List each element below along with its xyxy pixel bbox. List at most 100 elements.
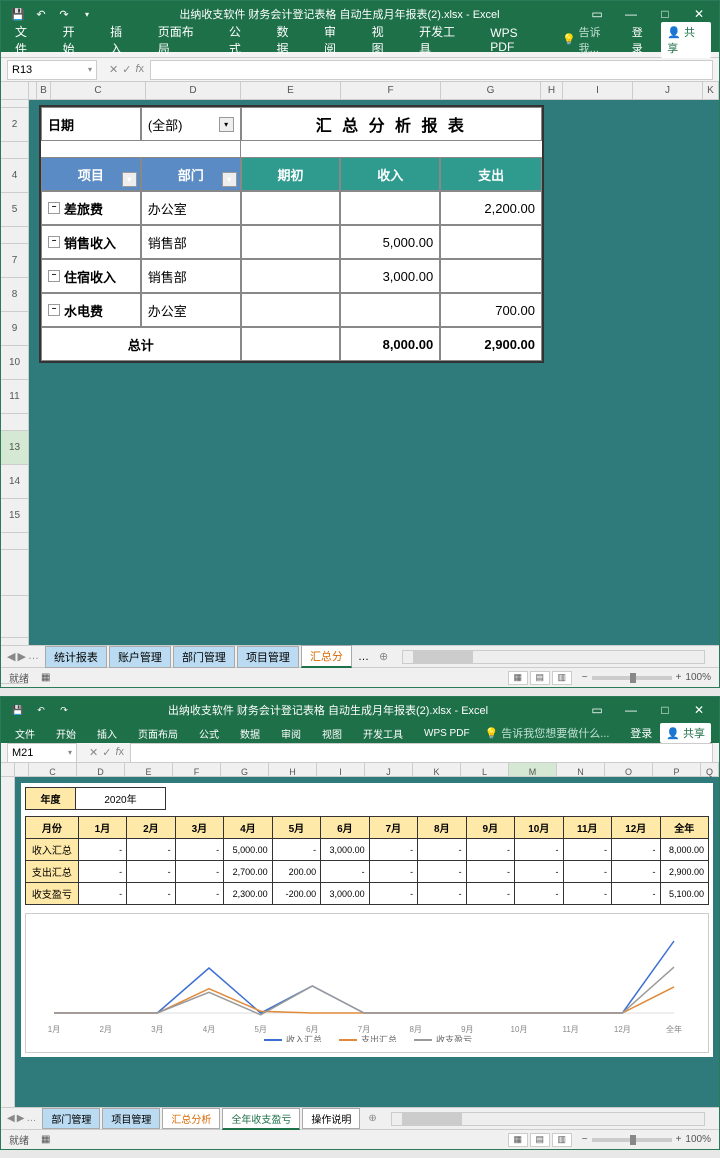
ribbon-tab-home[interactable]: 开始 <box>50 723 82 744</box>
col-i[interactable]: I <box>563 82 633 99</box>
ribbon-tab-insert[interactable]: 插入 <box>104 20 140 60</box>
tab-dept[interactable]: 部门管理 <box>42 1108 100 1129</box>
formula-input[interactable] <box>150 60 713 80</box>
view-normal-icon[interactable]: ▦ <box>508 1133 528 1147</box>
tab-nav-next-icon[interactable]: ▶ <box>17 1113 25 1124</box>
row-10[interactable]: 10 <box>1 346 28 380</box>
ribbon-tab-review[interactable]: 审阅 <box>318 20 354 60</box>
ribbon-tab-layout[interactable]: 页面布局 <box>152 20 211 60</box>
ribbon-tab-data[interactable]: 数据 <box>234 723 266 744</box>
ribbon-tab-data[interactable]: 数据 <box>270 20 306 60</box>
col-f[interactable]: F <box>341 82 441 99</box>
zoom-slider[interactable] <box>592 676 672 680</box>
horizontal-scrollbar[interactable] <box>391 1112 705 1126</box>
tab-nav-prev-icon[interactable]: ◀ <box>7 650 15 663</box>
macro-icon[interactable]: ▦ <box>41 1134 50 1145</box>
filter-icon[interactable]: ▾ <box>222 172 237 187</box>
new-sheet-icon[interactable]: ⊕ <box>362 1113 382 1124</box>
sheet-canvas[interactable]: 年度2020年 月份1月2月3月4月5月6月7月8月9月10月11月12月全年收… <box>15 777 719 1107</box>
cancel-icon[interactable]: ✕ <box>89 746 98 759</box>
row-11[interactable]: 11 <box>1 380 28 414</box>
collapse-icon[interactable]: − <box>48 304 60 316</box>
row-13[interactable]: 13 <box>1 431 28 465</box>
row-4[interactable]: 4 <box>1 159 28 193</box>
ribbon-tab-insert[interactable]: 插入 <box>91 723 123 744</box>
filter-dropdown-icon[interactable]: ▾ <box>219 117 234 132</box>
tab-nav-prev-icon[interactable]: ◀ <box>7 1113 15 1124</box>
filter-icon[interactable]: ▾ <box>122 172 137 187</box>
tab-annual[interactable]: 全年收支盈亏 <box>222 1108 300 1130</box>
select-all[interactable] <box>1 82 29 99</box>
ribbon-tab-layout[interactable]: 页面布局 <box>132 723 184 744</box>
row-2[interactable]: 2 <box>1 108 28 142</box>
enter-icon[interactable]: ✓ <box>102 746 111 759</box>
col-b[interactable]: B <box>37 82 51 99</box>
ribbon-tab-dev[interactable]: 开发工具 <box>413 20 472 60</box>
zoom-in-icon[interactable]: + <box>676 1134 682 1145</box>
save-icon[interactable]: 💾 <box>7 699 29 721</box>
ribbon-tab-file[interactable]: 文件 <box>9 20 45 60</box>
row-8[interactable]: 8 <box>1 278 28 312</box>
collapse-icon[interactable]: − <box>48 270 60 282</box>
col-a[interactable] <box>29 82 37 99</box>
minimize-icon[interactable]: — <box>615 699 647 721</box>
redo-icon[interactable]: ↷ <box>53 699 75 721</box>
tell-me[interactable]: 💡 告诉我... <box>562 24 620 56</box>
login-button[interactable]: 登录 <box>632 24 653 56</box>
tab-nav-next-icon[interactable]: ▶ <box>17 650 25 663</box>
col-e[interactable]: E <box>241 82 341 99</box>
ribbon-tab-formula[interactable]: 公式 <box>193 723 225 744</box>
login-button[interactable]: 登录 <box>630 725 652 741</box>
ribbon-tab-view[interactable]: 视图 <box>366 20 402 60</box>
ribbon-tab-formula[interactable]: 公式 <box>223 20 259 60</box>
enter-icon[interactable]: ✓ <box>122 63 131 76</box>
zoom-value[interactable]: 100% <box>685 1134 711 1145</box>
view-pagebreak-icon[interactable]: ▥ <box>552 1133 572 1147</box>
tab-project[interactable]: 项目管理 <box>237 646 299 668</box>
zoom-out-icon[interactable]: − <box>582 1134 588 1145</box>
ribbon-tab-dev[interactable]: 开发工具 <box>357 723 409 744</box>
ribbon-tab-view[interactable]: 视图 <box>316 723 348 744</box>
col-c[interactable]: C <box>51 82 146 99</box>
collapse-icon[interactable]: − <box>48 236 60 248</box>
zoom-in-icon[interactable]: + <box>676 672 682 683</box>
share-button[interactable]: 👤 共享 <box>660 723 711 743</box>
zoom-slider[interactable] <box>592 1138 672 1142</box>
name-box[interactable]: M21 <box>7 743 77 763</box>
name-box[interactable]: R13 <box>7 60 97 80</box>
tab-dept[interactable]: 部门管理 <box>173 646 235 668</box>
sheet-canvas[interactable]: 日期 (全部)▾ 汇 总 分 析 报 表 项目▾ 部门▾ 期初 收入 支出 −差… <box>29 100 719 645</box>
tab-project[interactable]: 项目管理 <box>102 1108 160 1129</box>
fx-icon[interactable]: fx <box>115 746 124 759</box>
col-g[interactable]: G <box>441 82 541 99</box>
close-icon[interactable]: ✕ <box>683 699 715 721</box>
tab-account[interactable]: 账户管理 <box>109 646 171 668</box>
row-7[interactable]: 7 <box>1 244 28 278</box>
new-sheet-icon[interactable]: ⊕ <box>373 650 394 663</box>
view-layout-icon[interactable]: ▤ <box>530 1133 550 1147</box>
maximize-icon[interactable]: □ <box>649 699 681 721</box>
tell-me[interactable]: 💡 告诉我您想要做什么... <box>485 725 610 741</box>
horizontal-scrollbar[interactable] <box>402 650 705 664</box>
zoom-value[interactable]: 100% <box>685 672 711 683</box>
row-15[interactable]: 15 <box>1 499 28 533</box>
ribbon-options-icon[interactable]: ▭ <box>581 699 613 721</box>
col-k[interactable]: K <box>703 82 719 99</box>
col-d[interactable]: D <box>146 82 241 99</box>
collapse-icon[interactable]: − <box>48 202 60 214</box>
ribbon-tab-wps[interactable]: WPS PDF <box>484 23 550 57</box>
share-button[interactable]: 👤 共享 <box>661 22 711 58</box>
col-j[interactable]: J <box>633 82 703 99</box>
row-5[interactable]: 5 <box>1 193 28 227</box>
undo-icon[interactable]: ↶ <box>30 699 52 721</box>
macro-icon[interactable]: ▦ <box>41 672 50 683</box>
ribbon-tab-review[interactable]: 审阅 <box>275 723 307 744</box>
tab-stats[interactable]: 统计报表 <box>45 646 107 668</box>
date-filter[interactable]: (全部)▾ <box>141 107 241 141</box>
ribbon-tab-file[interactable]: 文件 <box>9 723 41 744</box>
tab-help[interactable]: 操作说明 <box>302 1108 360 1129</box>
row-9[interactable]: 9 <box>1 312 28 346</box>
ribbon-tab-wps[interactable]: WPS PDF <box>418 725 476 742</box>
ribbon-tab-home[interactable]: 开始 <box>57 20 93 60</box>
tab-summary[interactable]: 汇总分析 <box>162 1108 220 1129</box>
